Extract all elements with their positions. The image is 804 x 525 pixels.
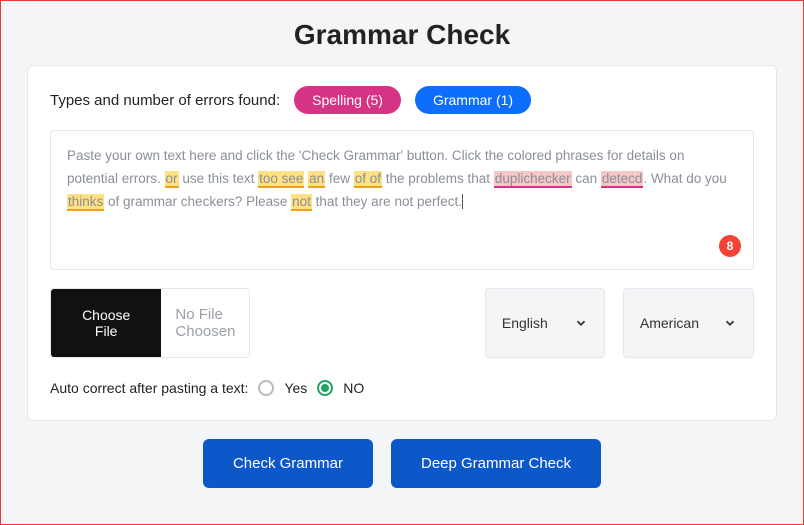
text-segment: can (572, 171, 601, 186)
spelling-pill[interactable]: Spelling (5) (294, 86, 401, 114)
main-card: Types and number of errors found: Spelli… (27, 65, 777, 421)
text-segment: use this text (179, 171, 259, 186)
text-segment: of grammar checkers? Please (104, 194, 291, 209)
grammar-highlight[interactable]: or (165, 171, 179, 188)
controls-row: Choose File No File Choosen English Amer… (50, 288, 754, 358)
action-row: Check Grammar Deep Grammar Check (1, 439, 803, 488)
page-title: Grammar Check (1, 1, 803, 65)
grammar-pill[interactable]: Grammar (1) (415, 86, 531, 114)
autocorrect-no-radio[interactable] (317, 380, 333, 396)
grammar-highlight[interactable]: too see (258, 171, 304, 188)
autocorrect-no-label: NO (343, 380, 364, 396)
text-editor[interactable]: Paste your own text here and click the '… (50, 130, 754, 270)
autocorrect-yes-label: Yes (284, 380, 307, 396)
check-grammar-button[interactable]: Check Grammar (203, 439, 373, 488)
text-segment: that they are not perfect. (312, 194, 462, 209)
autocorrect-label: Auto correct after pasting a text: (50, 380, 248, 396)
chevron-down-icon (723, 316, 737, 330)
error-count-badge[interactable]: 8 (719, 235, 741, 257)
spelling-highlight[interactable]: detecd (601, 171, 644, 188)
file-status-label: No File Choosen (161, 289, 249, 357)
choose-file-button[interactable]: Choose File (51, 289, 161, 357)
chevron-down-icon (574, 316, 588, 330)
errors-label: Types and number of errors found: (50, 92, 280, 109)
autocorrect-row: Auto correct after pasting a text: Yes N… (50, 380, 754, 396)
grammar-highlight[interactable]: of of (354, 171, 382, 188)
errors-summary-row: Types and number of errors found: Spelli… (50, 86, 754, 114)
text-segment: the problems that (382, 171, 494, 186)
deep-grammar-check-button[interactable]: Deep Grammar Check (391, 439, 601, 488)
variant-select-value: American (640, 315, 699, 331)
grammar-highlight[interactable]: thinks (67, 194, 104, 211)
text-caret (462, 194, 463, 209)
variant-select[interactable]: American (623, 288, 754, 358)
grammar-highlight[interactable]: not (291, 194, 312, 211)
grammar-highlight[interactable]: an (308, 171, 325, 188)
language-select[interactable]: English (485, 288, 605, 358)
spelling-highlight[interactable]: duplichecker (494, 171, 572, 188)
autocorrect-yes-radio[interactable] (258, 380, 274, 396)
file-upload-group: Choose File No File Choosen (50, 288, 250, 358)
text-segment: . What do you (643, 171, 726, 186)
text-segment: few (325, 171, 354, 186)
language-select-value: English (502, 315, 548, 331)
